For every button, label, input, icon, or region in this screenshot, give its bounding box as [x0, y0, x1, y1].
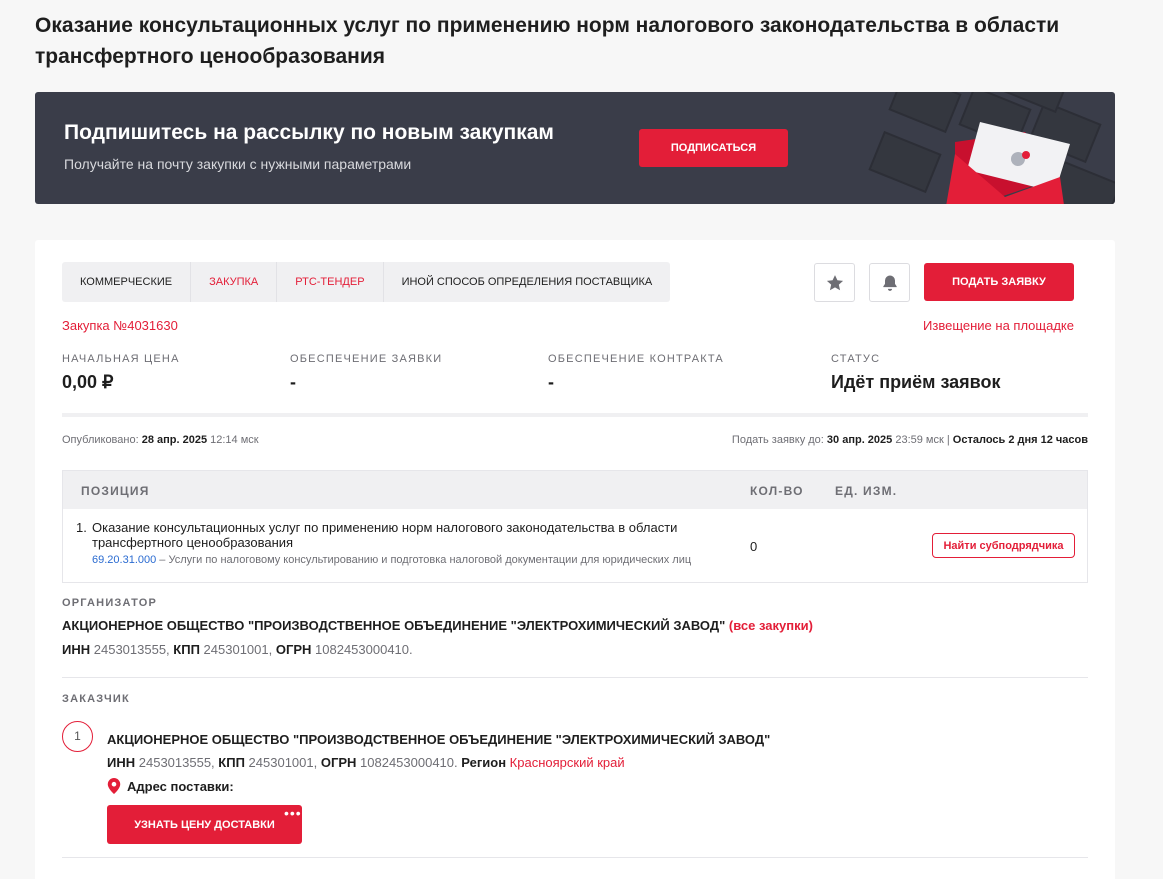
- delivery-price-button[interactable]: УЗНАТЬ ЦЕНУ ДОСТАВКИ: [107, 805, 302, 844]
- header-quantity: КОЛ-ВО: [750, 484, 804, 498]
- find-subcontractor-button[interactable]: Найти субподрядчика: [932, 533, 1075, 558]
- organizer-ids: ИНН 2453013555, КПП 245301001, ОГРН 1082…: [62, 642, 413, 657]
- contract-security-value: -: [548, 372, 554, 392]
- row-okpd-code: 69.20.31.000 – Услуги по налоговому конс…: [92, 554, 692, 566]
- status-value: Идёт приём заявок: [831, 372, 1001, 392]
- status-label: СТАТУС: [831, 353, 881, 365]
- more-dots-icon[interactable]: •••: [284, 806, 302, 820]
- bell-icon: [882, 275, 897, 291]
- purchase-number-link[interactable]: Закупка №4031630: [62, 318, 178, 333]
- customer-label: ЗАКАЗЧИК: [62, 693, 130, 705]
- initial-price-label: НАЧАЛЬНАЯ ЦЕНА: [62, 353, 180, 365]
- section-divider-bottom: [62, 857, 1088, 858]
- deadline-info: Подать заявку до: 30 апр. 2025 23:59 мск…: [731, 434, 1088, 446]
- tag-method[interactable]: ИНОЙ СПОСОБ ОПРЕДЕЛЕНИЯ ПОСТАВЩИКА: [384, 262, 671, 302]
- all-purchases-link[interactable]: (все закупки): [729, 618, 813, 633]
- customer-ids: ИНН 2453013555, КПП 245301001, ОГРН 1082…: [107, 755, 625, 770]
- apply-button[interactable]: ПОДАТЬ ЗАЯВКУ: [924, 263, 1074, 301]
- row-quantity: 0: [750, 539, 758, 554]
- subscribe-button[interactable]: ПОДПИСАТЬСЯ: [639, 129, 788, 167]
- banner-title: Подпишитесь на рассылку по новым закупка…: [64, 121, 554, 144]
- tag-purchase[interactable]: ЗАКУПКА: [191, 262, 278, 302]
- tender-tags: КОММЕРЧЕСКИЕ ЗАКУПКА РТС-ТЕНДЕР ИНОЙ СПО…: [62, 262, 671, 302]
- published-info: Опубликовано: 28 апр. 2025 12:14 мск: [62, 434, 259, 446]
- envelope-bell-icon: [868, 92, 1115, 204]
- header-unit: ЕД. ИЗМ.: [835, 484, 898, 498]
- region-link[interactable]: Красноярский край: [510, 755, 625, 770]
- platform-notice-link[interactable]: Извещение на площадке: [923, 318, 1074, 333]
- bid-security-value: -: [290, 372, 296, 392]
- customer-name: АКЦИОНЕРНОЕ ОБЩЕСТВО "ПРОИЗВОДСТВЕННОЕ О…: [107, 732, 771, 747]
- subscribe-banner: Подпишитесь на рассылку по новым закупка…: [35, 92, 1115, 204]
- star-icon: [826, 274, 843, 290]
- table-row: 1. Оказание консультационных услуг по пр…: [63, 509, 1087, 583]
- header-position: ПОЗИЦИЯ: [81, 484, 150, 498]
- notify-button[interactable]: [869, 263, 910, 302]
- banner-subtitle: Получайте на почту закупки с нужными пар…: [64, 156, 412, 172]
- row-name: Оказание консультационных услуг по приме…: [92, 520, 678, 550]
- delivery-address: Адрес поставки:: [107, 778, 234, 794]
- tender-card: КОММЕРЧЕСКИЕ ЗАКУПКА РТС-ТЕНДЕР ИНОЙ СПО…: [35, 240, 1115, 879]
- favorite-button[interactable]: [814, 263, 855, 302]
- organizer-name: АКЦИОНЕРНОЕ ОБЩЕСТВО "ПРОИЗВОДСТВЕННОЕ О…: [62, 618, 813, 633]
- tag-rts-tender[interactable]: РТС-ТЕНДЕР: [277, 262, 384, 302]
- table-header: ПОЗИЦИЯ КОЛ-ВО ЕД. ИЗМ.: [63, 471, 1087, 509]
- okpd-code-link[interactable]: 69.20.31.000: [92, 554, 156, 566]
- stats-divider: [62, 413, 1088, 417]
- organizer-label: ОРГАНИЗАТОР: [62, 597, 158, 609]
- location-pin-icon: [107, 778, 121, 794]
- tag-commercial[interactable]: КОММЕРЧЕСКИЕ: [62, 262, 192, 302]
- bid-security-label: ОБЕСПЕЧЕНИЕ ЗАЯВКИ: [290, 353, 443, 365]
- initial-price-value: 0,00 ₽: [62, 372, 114, 392]
- contract-security-label: ОБЕСПЕЧЕНИЕ КОНТРАКТА: [548, 353, 724, 365]
- page-title: Оказание консультационных услуг по приме…: [35, 14, 1060, 68]
- positions-table: ПОЗИЦИЯ КОЛ-ВО ЕД. ИЗМ. 1. Оказание конс…: [62, 470, 1088, 583]
- row-number: 1.: [76, 520, 87, 535]
- customer-index-badge: 1: [62, 721, 93, 752]
- section-divider: [62, 677, 1088, 678]
